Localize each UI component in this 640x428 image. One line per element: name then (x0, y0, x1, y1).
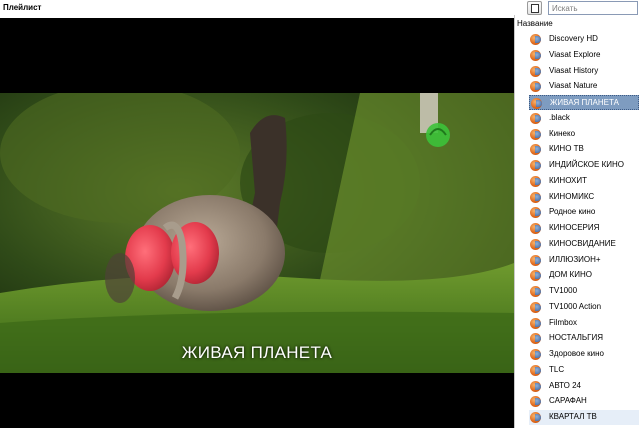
channel-globe-icon (531, 98, 542, 109)
playlist-item-label: КИНОСЕРИЯ (549, 223, 600, 232)
playlist-item[interactable]: Viasat History (529, 64, 639, 79)
playlist-item-label: КИНО ТВ (549, 144, 584, 154)
playlist-item-label: Viasat Nature (549, 81, 598, 91)
playlist-item[interactable]: САРАФАН (529, 394, 639, 409)
playlist-item[interactable]: КИНОХИТ (529, 174, 639, 189)
playlist-item-label: АВТО 24 (549, 380, 582, 390)
playlist-item[interactable]: ДОМ КИНО (529, 268, 639, 283)
channel-globe-icon (530, 238, 541, 250)
playlist-item-label: TV1000 Action (549, 301, 602, 311)
channel-globe-icon (530, 412, 541, 423)
playlist-item-label: Кинеко (549, 128, 576, 138)
playlist-item-label: Discovery HD (549, 34, 598, 43)
playlist-item-label: КИНОСВИДАНИЕ (549, 238, 616, 248)
playlist-item-label: САРАФАН (549, 396, 587, 406)
window-title: Плейлист (3, 3, 42, 12)
channel-globe-icon (530, 34, 541, 45)
playlist-item[interactable]: Discovery HD (529, 32, 639, 47)
playlist-item-label: Родное кино (549, 207, 596, 217)
playlist-item[interactable]: КИНО ТВ (529, 142, 639, 157)
playlist-item-label: Здоровое кино (549, 349, 604, 358)
channel-globe-icon (530, 81, 541, 93)
channel-globe-icon (530, 286, 541, 297)
channel-globe-icon (530, 301, 541, 313)
playlist-item-label: TLC (549, 364, 565, 374)
playlist-item-label: Filmbox (549, 317, 578, 327)
playlist-menu-icon (531, 4, 539, 13)
playlist-item-label: КИНОМИКС (549, 191, 595, 201)
channel-globe-icon (530, 160, 541, 171)
playlist-item-label: TV1000 (549, 286, 578, 295)
playlist-item-label: ДОМ КИНО (549, 270, 592, 280)
playlist-item[interactable]: TLC (529, 363, 639, 378)
playlist-item-label: КВАРТАЛ ТВ (549, 412, 597, 421)
playlist-item[interactable]: Viasat Nature (529, 79, 639, 94)
video-player[interactable]: ЖИВАЯ ПЛАНЕТА (0, 18, 514, 428)
playlist-item[interactable]: КИНОСЕРИЯ (529, 221, 639, 236)
channel-globe-icon (530, 207, 541, 219)
channel-globe-icon (530, 254, 541, 266)
channel-globe-icon (530, 364, 541, 376)
playlist-item-label: Viasat Explore (549, 49, 601, 59)
playlist-item[interactable]: Filmbox (529, 316, 639, 331)
search-input[interactable] (548, 1, 638, 15)
channel-globe-icon (530, 380, 541, 392)
channel-globe-icon (530, 65, 541, 77)
playlist-item[interactable]: ИЛЛЮЗИОН+ (529, 253, 639, 268)
channel-globe-icon (530, 175, 541, 187)
video-frame (0, 93, 514, 373)
playlist-item-label: .black (549, 112, 570, 122)
video-frame-image (0, 93, 514, 373)
playlist-item[interactable]: КВАРТАЛ ТВ (529, 410, 639, 425)
playlist-item[interactable]: Кинеко (529, 127, 639, 142)
channel-globe-icon (530, 270, 541, 282)
playlist-item-label: ИНДИЙСКОЕ КИНО (549, 160, 624, 169)
playlist-menu-button[interactable] (527, 1, 542, 15)
channel-globe-icon (530, 349, 541, 360)
channel-globe-icon (530, 49, 541, 61)
playlist-item-label: ЖИВАЯ ПЛАНЕТА (550, 98, 619, 107)
channel-globe-icon (530, 191, 541, 203)
playlist-item[interactable]: TV1000 Action (529, 300, 639, 315)
playlist-item[interactable]: АВТО 24 (529, 379, 639, 394)
channel-globe-icon (530, 112, 541, 124)
channel-globe-icon (530, 223, 541, 234)
playlist-item-label: ИЛЛЮЗИОН+ (549, 254, 601, 264)
channel-globe-icon (530, 128, 541, 140)
column-header-name[interactable]: Название (517, 19, 553, 28)
channel-globe-icon (530, 333, 541, 345)
playlist-item[interactable]: .black (529, 111, 639, 126)
playlist-item[interactable]: ИНДИЙСКОЕ КИНО (529, 158, 639, 173)
playlist-panel: Название Discovery HD Viasat Explore Viasa… (514, 15, 640, 428)
playlist-item[interactable]: TV1000 (529, 284, 639, 299)
playlist-item[interactable]: КИНОМИКС (529, 190, 639, 205)
channel-globe-icon (530, 144, 541, 156)
playlist-item[interactable]: КИНОСВИДАНИЕ (529, 237, 639, 252)
playlist-item-label: Viasat History (549, 65, 599, 75)
zhivaya-planeta-logo-icon (426, 123, 450, 147)
playlist-item-label: КИНОХИТ (549, 175, 588, 185)
channel-globe-icon (530, 396, 541, 408)
playlist-item-label: НОСТАЛЬГИЯ (549, 333, 604, 343)
playlist-item[interactable]: Viasat Explore (529, 48, 639, 63)
playlist-item[interactable]: Родное кино (529, 205, 639, 220)
playlist-item[interactable]: НОСТАЛЬГИЯ (529, 331, 639, 346)
playlist-item[interactable]: Здоровое кино (529, 347, 639, 362)
playlist-item[interactable]: ЖИВАЯ ПЛАНЕТА (529, 95, 639, 110)
channel-globe-icon (530, 317, 541, 329)
video-subtitle: ЖИВАЯ ПЛАНЕТА (181, 343, 333, 362)
